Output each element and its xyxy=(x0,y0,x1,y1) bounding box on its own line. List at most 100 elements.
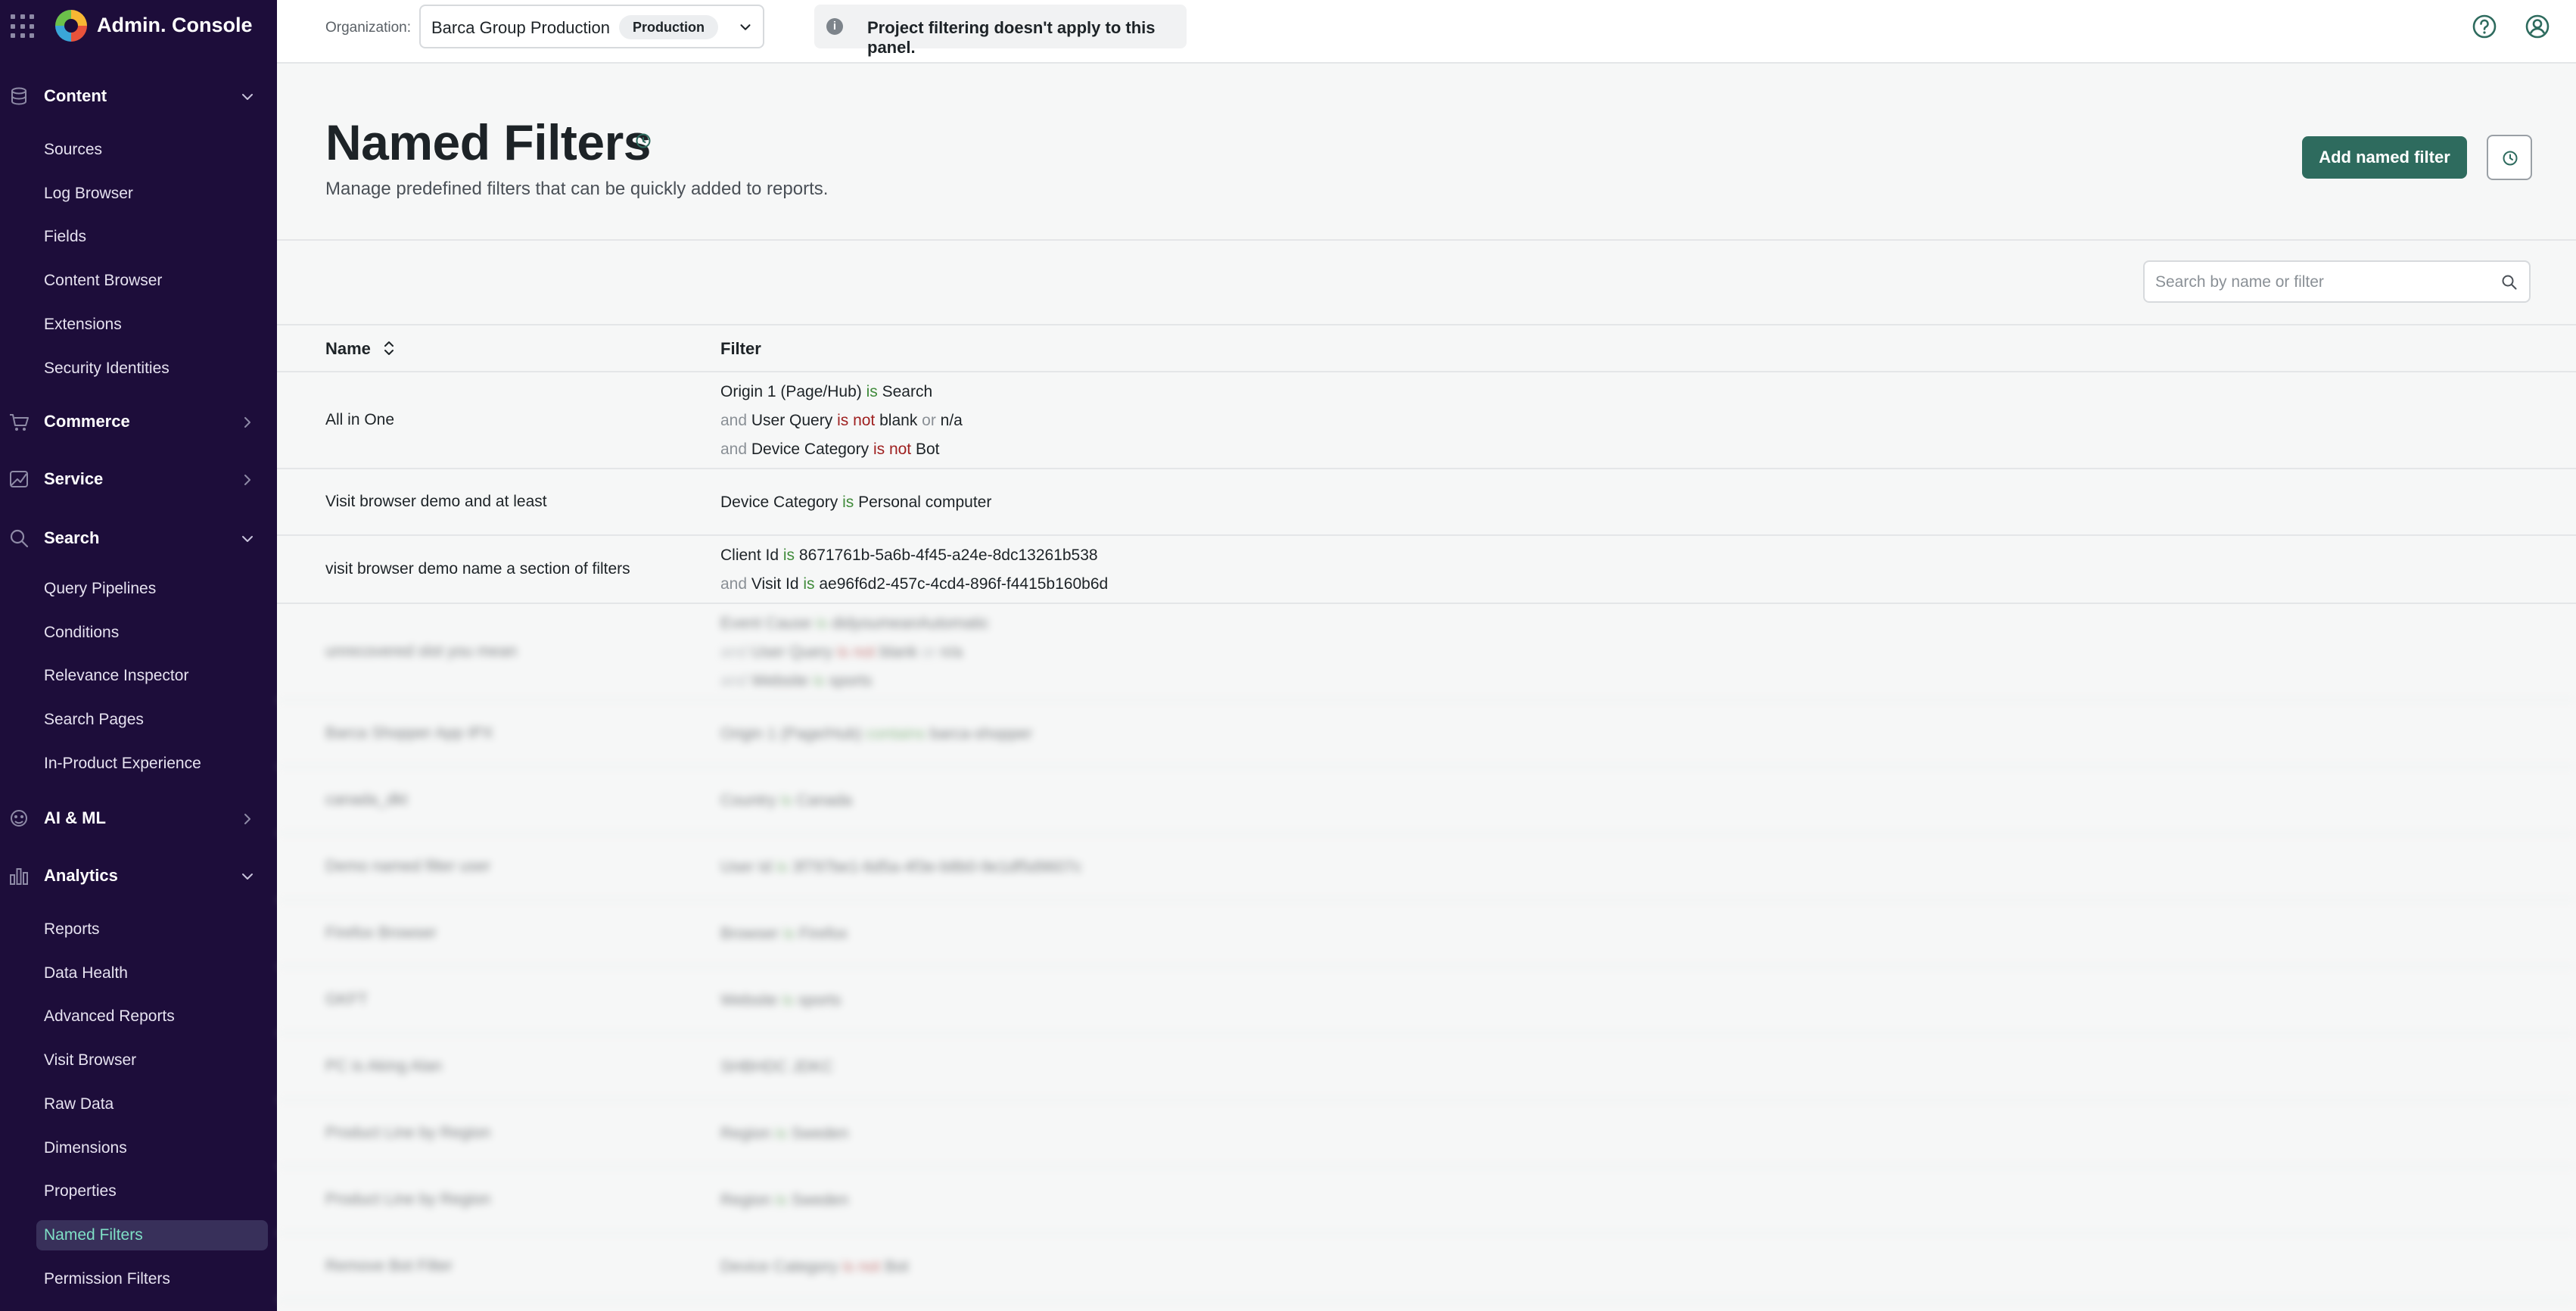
filter-condition: Website is sports xyxy=(720,986,842,1015)
row-name: Remove Bot Filter xyxy=(325,1257,453,1275)
chevron-down-icon xyxy=(740,24,751,30)
filter-condition: Origin 1 (Page/Hub) contains barca-shopp… xyxy=(720,720,1032,749)
filter-condition: Region is Sweden xyxy=(720,1119,848,1148)
filter-value: Browser xyxy=(720,925,779,942)
filter-condition: Device Category is not Bot xyxy=(720,1253,909,1281)
chevron-right-icon xyxy=(244,417,250,428)
sidebar-item-query-pipelines[interactable]: Query Pipelines xyxy=(44,574,156,604)
history-button[interactable] xyxy=(2487,135,2532,180)
table-row[interactable]: canada_dkt Country is Canada xyxy=(277,768,2576,834)
filter-condition: Country is Canada xyxy=(720,786,852,815)
sidebar-item-raw-data[interactable]: Raw Data xyxy=(44,1089,114,1119)
filter-operator: is not xyxy=(838,1258,885,1275)
column-header-name[interactable]: Name xyxy=(325,339,371,359)
service-icon xyxy=(10,471,28,487)
sidebar-item-security-identities[interactable]: Security Identities xyxy=(44,353,170,384)
filter-operator: is xyxy=(776,792,797,809)
sidebar-section-content[interactable]: Content xyxy=(0,74,277,120)
table-row[interactable]: unrecovered slot you mean Event Cause is … xyxy=(277,604,2576,701)
environment-badge: Production xyxy=(619,15,718,39)
sidebar-section-ai-ml[interactable]: AI & ML xyxy=(0,796,277,842)
table-row[interactable]: PC is Aking Alan SHBHDC JDKC xyxy=(277,1034,2576,1101)
filter-operator: contains xyxy=(861,725,930,743)
filter-value: User Id xyxy=(720,858,772,876)
table-row[interactable]: Demo named filter user User Id is 3f797be… xyxy=(277,834,2576,901)
sidebar-section-analytics[interactable]: Analytics xyxy=(0,854,277,899)
sidebar-item-visit-browser[interactable]: Visit Browser xyxy=(44,1045,136,1076)
filter-value: Website xyxy=(720,992,778,1009)
row-filter: Region is Sweden xyxy=(720,1186,848,1215)
brand: Admin. Console xyxy=(0,0,277,53)
database-icon xyxy=(11,87,26,105)
sidebar-item-named-filters[interactable]: Named Filters xyxy=(36,1219,268,1250)
sidebar-item-advanced-reports[interactable]: Advanced Reports xyxy=(44,1001,175,1032)
filter-operator: is xyxy=(779,547,799,564)
filter-value: Sweden xyxy=(791,1125,849,1142)
row-filter: User Id is 3f797be1-6d5a-4f3e-b8b0-9e1df… xyxy=(720,853,1082,882)
filter-value: Canada xyxy=(796,792,852,809)
filter-operator: is xyxy=(798,575,820,593)
sidebar-item-dimensions[interactable]: Dimensions xyxy=(44,1133,127,1163)
table-row[interactable]: Product Line by Region Region is Sweden xyxy=(277,1101,2576,1167)
info-circle-icon[interactable] xyxy=(634,132,652,150)
table-body: All in One Origin 1 (Page/Hub) is Search a… xyxy=(277,372,2576,1300)
sidebar-item-permission-filters[interactable]: Permission Filters xyxy=(44,1264,170,1294)
filter-value: Bot xyxy=(885,1258,909,1275)
filter-conjunction: and xyxy=(720,412,751,429)
filter-conjunction: and xyxy=(720,643,751,661)
table-row[interactable]: Remove Bot Filter Device Category is not … xyxy=(277,1234,2576,1300)
sidebar-item-properties[interactable]: Properties xyxy=(44,1176,117,1207)
search-box[interactable] xyxy=(2143,260,2531,303)
table-row[interactable]: Product Line by Region Region is Sweden xyxy=(277,1167,2576,1234)
sidebar-item-log-browser[interactable]: Log Browser xyxy=(44,179,133,209)
table-row[interactable]: All in One Origin 1 (Page/Hub) is Search a… xyxy=(277,372,2576,469)
sort-icon[interactable] xyxy=(381,338,397,359)
table-row[interactable]: Barca Shopper App IPX Origin 1 (Page/Hub)… xyxy=(277,701,2576,768)
search-icon[interactable] xyxy=(2500,273,2518,291)
filter-operator: is not xyxy=(869,441,916,458)
table-row[interactable]: Visit browser demo and at least Device Ca… xyxy=(277,469,2576,536)
project-filter-notice: i Project filtering doesn't apply to thi… xyxy=(814,5,1187,57)
filter-operator: is xyxy=(808,672,829,690)
table-row[interactable]: GKFT Website is sports xyxy=(277,967,2576,1034)
top-bar: Organization: Barca Group Production Pro… xyxy=(277,0,2576,64)
sidebar-item-fields[interactable]: Fields xyxy=(44,222,86,252)
sidebar-item-in-product-experience[interactable]: In-Product Experience xyxy=(44,749,201,779)
sidebar-item-relevance-inspector[interactable]: Relevance Inspector xyxy=(44,661,188,691)
row-filter: Country is Canada xyxy=(720,786,852,815)
sidebar-section-search[interactable]: Search xyxy=(0,516,277,562)
filter-value: Firefox xyxy=(798,925,848,942)
add-named-filter-button[interactable]: Add named filter xyxy=(2302,136,2467,179)
row-name: Barca Shopper App IPX xyxy=(325,724,493,742)
help-icon[interactable] xyxy=(2472,14,2497,39)
sidebar-item-conditions[interactable]: Conditions xyxy=(44,618,119,648)
filter-condition: and User Query is not blank or n/a xyxy=(720,406,963,435)
row-name: Firefox Browser xyxy=(325,924,437,942)
search-input[interactable] xyxy=(2155,271,2488,294)
row-name: unrecovered slot you mean xyxy=(325,643,518,660)
app-grid-icon[interactable] xyxy=(11,14,35,39)
sidebar-section-label: Service xyxy=(44,469,104,488)
filter-value: Visit Id xyxy=(751,575,799,593)
table-row[interactable]: Firefox Browser Browser is Firefox xyxy=(277,901,2576,967)
user-account-icon[interactable] xyxy=(2525,14,2550,39)
table-row[interactable]: visit browser demo name a section of fil… xyxy=(277,536,2576,604)
admin-console-app: Admin. Console Content Sources Log Browser… xyxy=(0,0,2576,1311)
bar-chart-icon xyxy=(10,868,28,885)
sidebar-section-commerce[interactable]: Commerce xyxy=(0,400,277,445)
sidebar-section-service[interactable]: Service xyxy=(0,457,277,503)
row-name: Product Line by Region xyxy=(325,1191,491,1208)
sidebar-item-reports[interactable]: Reports xyxy=(44,914,100,945)
filter-value: barca-shopper xyxy=(929,725,1033,743)
sidebar-item-search-pages[interactable]: Search Pages xyxy=(44,705,144,735)
sidebar: Admin. Console Content Sources Log Browser… xyxy=(0,0,277,1311)
filter-operator: is not xyxy=(832,643,880,661)
sidebar-item-content-browser[interactable]: Content Browser xyxy=(44,266,162,296)
organization-selector[interactable]: Barca Group Production Production xyxy=(419,5,764,48)
sidebar-item-extensions[interactable]: Extensions xyxy=(44,310,122,340)
filter-conjunction: or xyxy=(917,643,941,661)
sidebar-item-data-health[interactable]: Data Health xyxy=(44,958,128,989)
filter-value: sports xyxy=(798,992,842,1009)
filter-value: User Query xyxy=(751,412,833,429)
sidebar-item-sources[interactable]: Sources xyxy=(44,135,102,165)
